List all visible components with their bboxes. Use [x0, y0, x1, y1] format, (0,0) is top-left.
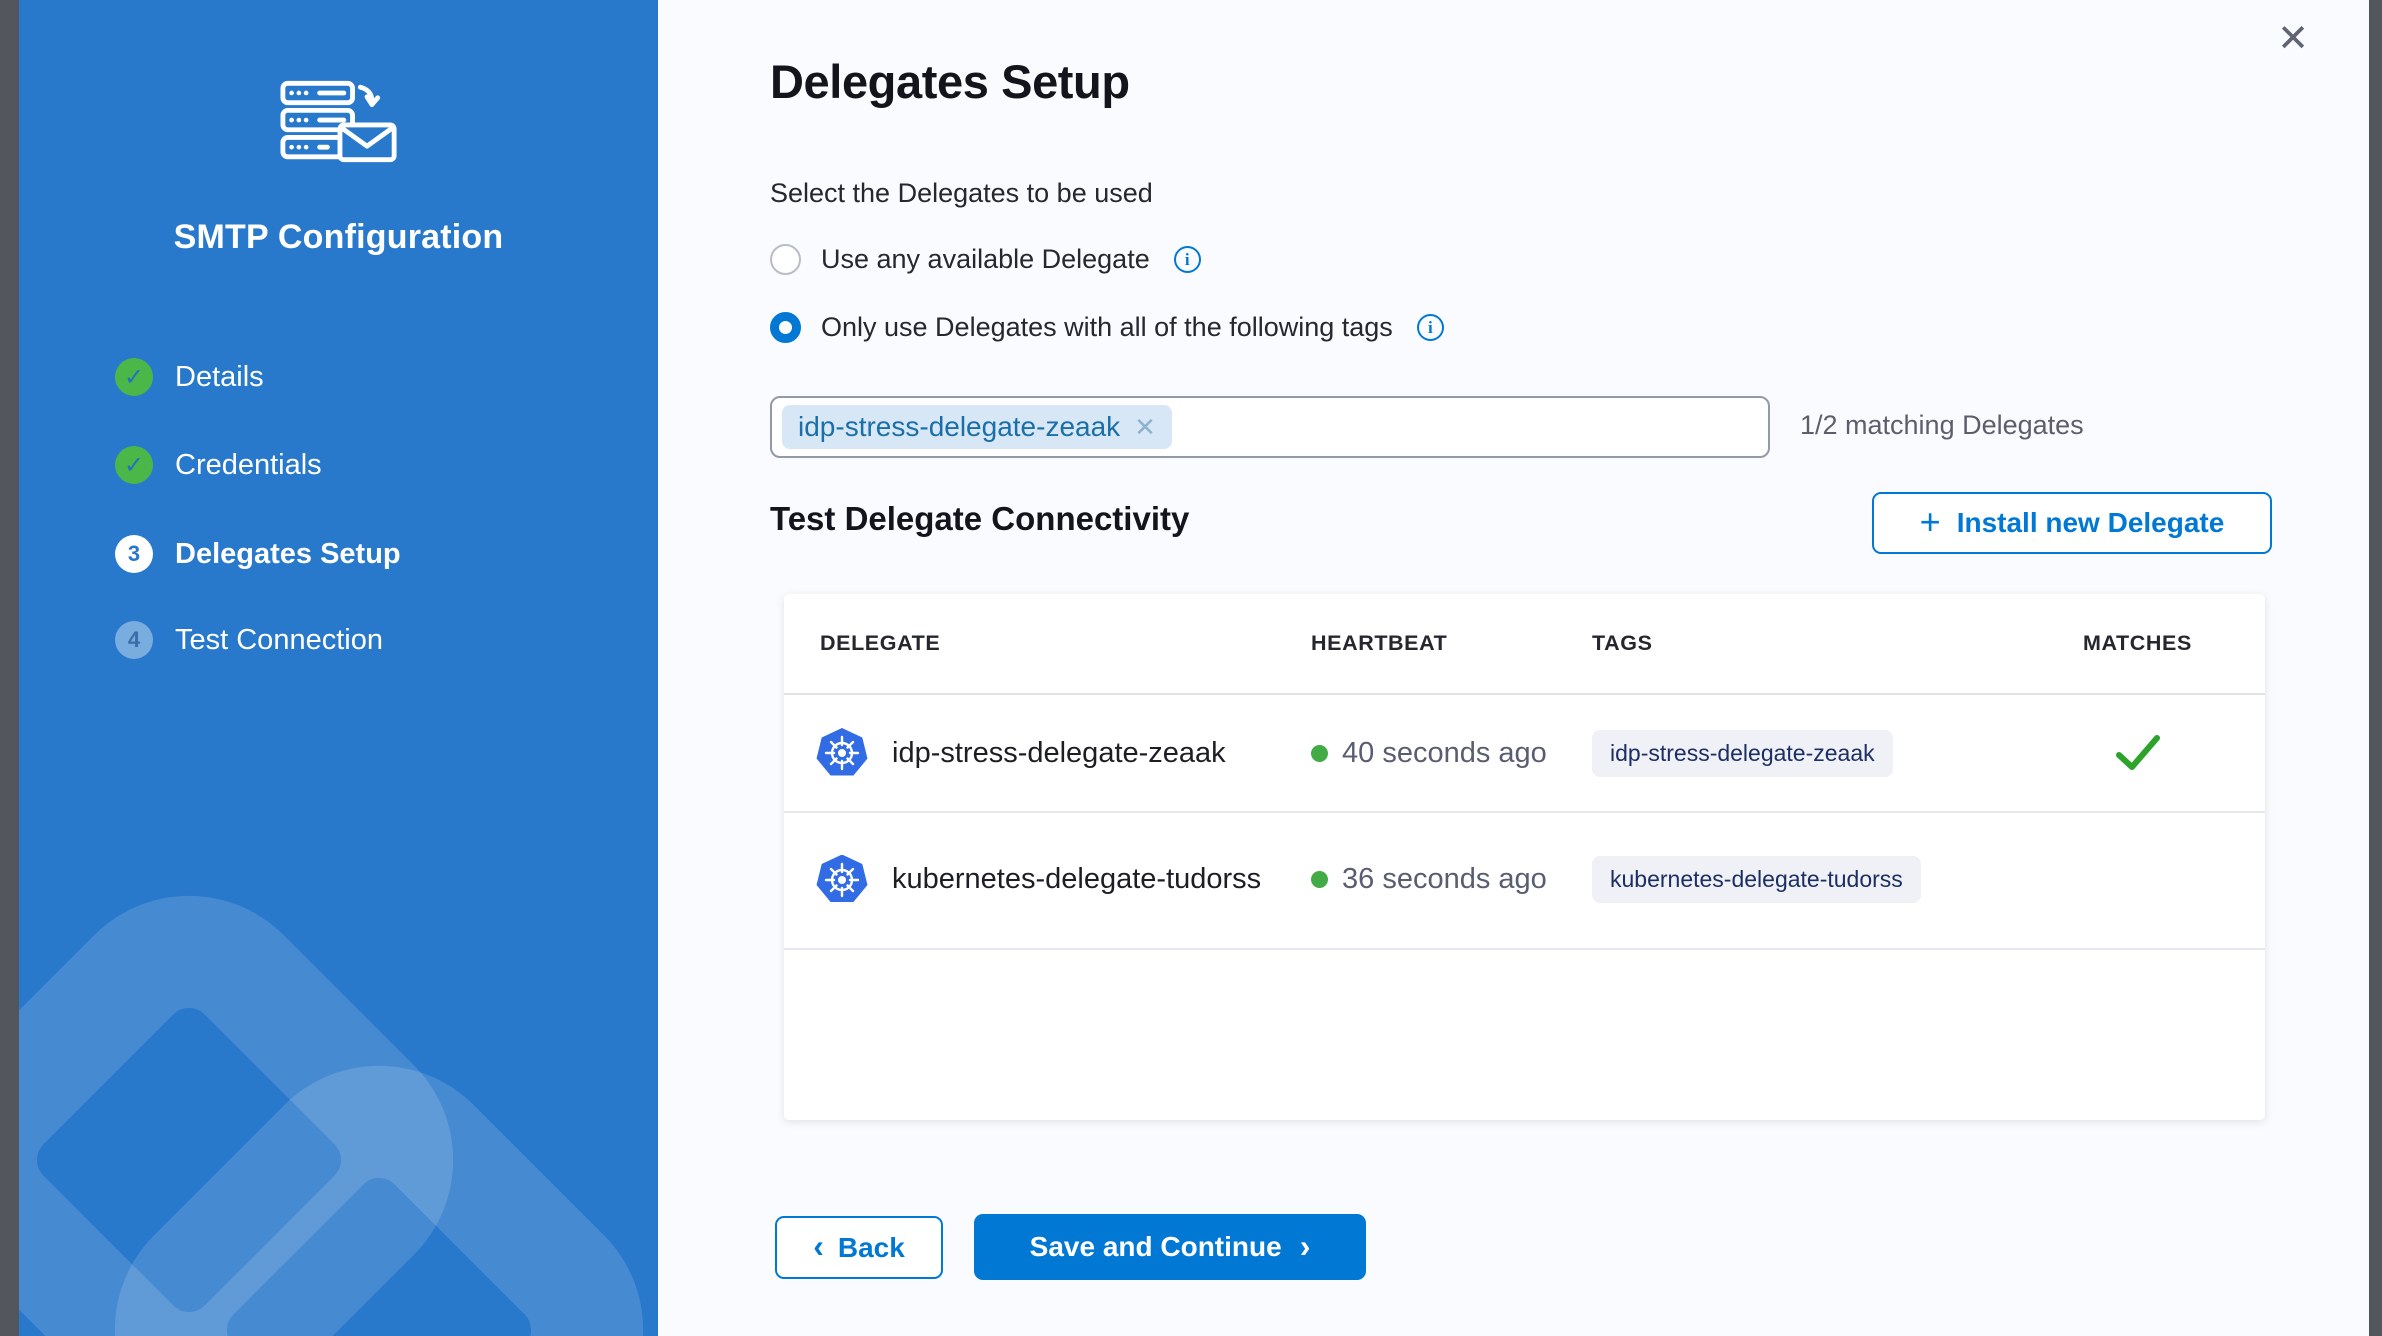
info-icon[interactable]: i: [1174, 246, 1201, 273]
radio-use-any-delegate[interactable]: Use any available Delegate i: [770, 244, 1201, 275]
modal-dialog: SMTP Configuration ✓ Details ✓ Credentia…: [19, 0, 2369, 1336]
back-button-label: Back: [838, 1232, 905, 1264]
smtp-server-mail-icon: [280, 80, 398, 169]
delegate-cell: kubernetes-delegate-tudorss: [816, 811, 1261, 948]
wizard-sidebar: SMTP Configuration ✓ Details ✓ Credentia…: [19, 0, 658, 1336]
close-icon[interactable]: ✕: [2271, 14, 2315, 64]
test-connectivity-title: Test Delegate Connectivity: [770, 500, 1189, 538]
step-test-connection[interactable]: 4 Test Connection: [115, 621, 383, 659]
delegates-table: DELEGATE HEARTBEAT TAGS MATCHES: [784, 594, 2265, 1120]
delegate-name: idp-stress-delegate-zeaak: [892, 737, 1226, 770]
step-label: Delegates Setup: [175, 538, 401, 571]
delegate-tag-pill: idp-stress-delegate-zeaak: [1592, 730, 1893, 777]
chevron-right-icon: ›: [1300, 1230, 1311, 1262]
delegates-setup-panel: ✕ Delegates Setup Select the Delegates t…: [658, 0, 2369, 1336]
delegate-tag-pill: kubernetes-delegate-tudorss: [1592, 856, 1921, 903]
table-row[interactable]: kubernetes-delegate-tudorss 36 seconds a…: [784, 811, 2265, 950]
match-check-icon: [2114, 734, 2162, 772]
step-complete-check-icon: ✓: [115, 358, 153, 396]
page-title: Delegates Setup: [770, 54, 1130, 109]
step-number-badge: 4: [115, 621, 153, 659]
step-delegates-setup[interactable]: 3 Delegates Setup: [115, 535, 401, 573]
table-header-row: DELEGATE HEARTBEAT TAGS MATCHES: [784, 594, 2265, 695]
radio-only-delegates-with-tags[interactable]: Only use Delegates with all of the follo…: [770, 312, 1444, 343]
tag-chip-label: idp-stress-delegate-zeaak: [798, 411, 1120, 443]
info-icon[interactable]: i: [1417, 314, 1444, 341]
install-new-delegate-button[interactable]: + Install new Delegate: [1872, 492, 2272, 554]
delegate-tags-input[interactable]: idp-stress-delegate-zeaak ✕: [770, 396, 1770, 458]
matches-cell: [2083, 811, 2193, 948]
column-header-matches: MATCHES: [2083, 594, 2192, 693]
smtp-configuration-modal: SMTP Configuration ✓ Details ✓ Credentia…: [0, 0, 2382, 1336]
radio-unselected-icon[interactable]: [770, 244, 801, 275]
step-credentials[interactable]: ✓ Credentials: [115, 446, 322, 484]
plus-icon: +: [1920, 501, 1941, 543]
step-details[interactable]: ✓ Details: [115, 358, 264, 396]
kubernetes-icon: [816, 728, 868, 778]
column-header-tags: TAGS: [1592, 594, 1653, 693]
save-and-continue-button[interactable]: Save and Continue ›: [974, 1214, 1366, 1280]
delegate-cell: idp-stress-delegate-zeaak: [816, 695, 1226, 811]
heartbeat-time: 36 seconds ago: [1342, 863, 1547, 896]
page-subtitle: Select the Delegates to be used: [770, 178, 1153, 209]
matching-delegates-count: 1/2 matching Delegates: [1800, 410, 2084, 441]
radio-selected-icon[interactable]: [770, 312, 801, 343]
heartbeat-status-dot: [1311, 745, 1328, 762]
heartbeat-status-dot: [1311, 871, 1328, 888]
save-button-label: Save and Continue: [1030, 1231, 1282, 1263]
heartbeat-cell: 36 seconds ago: [1311, 811, 1547, 948]
column-header-delegate: DELEGATE: [820, 594, 940, 693]
tags-cell: kubernetes-delegate-tudorss: [1592, 811, 1921, 948]
step-complete-check-icon: ✓: [115, 446, 153, 484]
heartbeat-cell: 40 seconds ago: [1311, 695, 1547, 811]
remove-tag-icon[interactable]: ✕: [1134, 414, 1156, 440]
kubernetes-icon: [816, 855, 868, 905]
delegate-name: kubernetes-delegate-tudorss: [892, 863, 1261, 896]
step-label: Details: [175, 361, 264, 394]
step-label: Test Connection: [175, 624, 383, 657]
install-button-label: Install new Delegate: [1957, 507, 2225, 539]
step-number-badge: 3: [115, 535, 153, 573]
heartbeat-time: 40 seconds ago: [1342, 737, 1547, 770]
step-label: Credentials: [175, 449, 322, 482]
chevron-left-icon: ‹: [813, 1230, 824, 1262]
table-row[interactable]: idp-stress-delegate-zeaak 40 seconds ago…: [784, 695, 2265, 813]
tags-cell: idp-stress-delegate-zeaak: [1592, 695, 1893, 811]
column-header-heartbeat: HEARTBEAT: [1311, 594, 1447, 693]
tag-chip: idp-stress-delegate-zeaak ✕: [782, 405, 1172, 449]
wizard-title: SMTP Configuration: [19, 218, 658, 257]
radio-label: Use any available Delegate: [821, 244, 1150, 275]
radio-label: Only use Delegates with all of the follo…: [821, 312, 1393, 343]
back-button[interactable]: ‹ Back: [775, 1216, 943, 1279]
harness-logo-watermark: [19, 0, 658, 1336]
matches-cell: [2083, 695, 2193, 811]
